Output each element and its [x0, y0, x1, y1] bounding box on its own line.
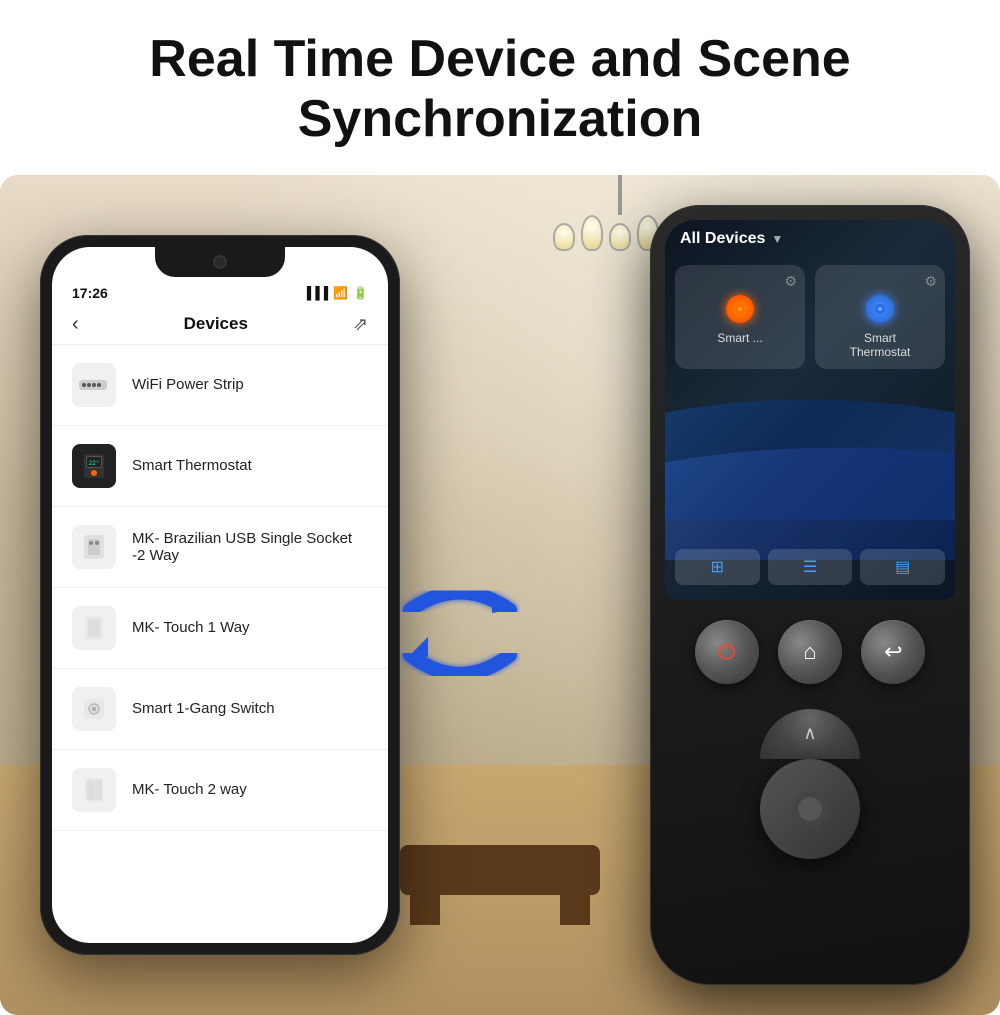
chevron-up-icon: ∧: [803, 723, 816, 744]
device-name-thermostat: Smart Thermostat: [132, 457, 252, 474]
device-icon-thermostat: 22°: [72, 444, 116, 488]
list-item[interactable]: WiFi Power Strip: [52, 345, 388, 426]
remote-tab-list[interactable]: ☰: [768, 549, 853, 585]
power-button[interactable]: ⏻: [695, 620, 759, 684]
power-icon: ⏻: [718, 639, 735, 665]
remote-device-cards: ⚙ Smart ... ⚙: [675, 265, 945, 369]
status-time: 17:26: [72, 285, 108, 301]
page-header: Real Time Device and Scene Synchronizati…: [0, 0, 1000, 175]
status-icons: ▐▐▐ 📶 🔋: [303, 286, 368, 300]
remote-screen-header: All Devices ▼: [680, 230, 783, 248]
list-item[interactable]: MK- Touch 2 way: [52, 750, 388, 831]
menu-icon: ▤: [895, 557, 910, 577]
remote-card-thermostat[interactable]: ⚙ SmartThermostat: [815, 265, 945, 369]
remote-control-device: All Devices ▼ ⚙: [650, 205, 970, 985]
page-title: Real Time Device and Scene Synchronizati…: [60, 30, 940, 150]
remote-screen-tabs: ⊞ ☰ ▤: [675, 549, 945, 585]
back-button-remote[interactable]: ↩: [861, 620, 925, 684]
device-name-mk-touch2: MK- Touch 2 way: [132, 781, 247, 798]
device-status-dot-blue: [866, 295, 894, 323]
remote-tab-grid[interactable]: ⊞: [675, 549, 760, 585]
sync-arrows-icon: [380, 555, 540, 715]
battery-icon: 🔋: [353, 286, 368, 300]
device-name-wifi-strip: WiFi Power Strip: [132, 376, 244, 393]
device-name-mk-brazilian: MK- Brazilian USB Single Socket -2 Way: [132, 530, 368, 564]
grid-icon: ⊞: [711, 557, 724, 577]
home-icon: ⌂: [803, 639, 816, 665]
coffee-table: [400, 845, 600, 895]
remote-screen: All Devices ▼ ⚙: [665, 220, 955, 600]
home-button[interactable]: ⌂: [778, 620, 842, 684]
signal-icon: ▐▐▐: [303, 286, 329, 300]
remote-card-smart-plug[interactable]: ⚙ Smart ...: [675, 265, 805, 369]
nav-title: Devices: [184, 314, 248, 334]
device-icon-mk-touch1: [72, 606, 116, 650]
share-icon[interactable]: ⇗: [353, 314, 368, 335]
main-scene: 17:26 ▐▐▐ 📶 🔋 ‹ Devices ⇗: [0, 175, 1000, 1015]
device-status-dot-orange: [726, 295, 754, 323]
list-item[interactable]: 22° Smart Thermostat: [52, 426, 388, 507]
device-icon-mk-touch2: [72, 768, 116, 812]
back-button[interactable]: ‹: [72, 313, 79, 336]
phone-device: 17:26 ▐▐▐ 📶 🔋 ‹ Devices ⇗: [40, 235, 400, 955]
remote-dpad: ∧: [665, 699, 955, 879]
remote-card-label-1: Smart ...: [685, 331, 795, 345]
dpad-center-button[interactable]: [760, 759, 860, 859]
back-icon: ↩: [884, 639, 902, 665]
list-icon: ☰: [803, 557, 817, 577]
dropdown-icon[interactable]: ▼: [771, 232, 783, 246]
phone-status-bar: 17:26 ▐▐▐ 📶 🔋: [52, 277, 388, 305]
remote-physical-buttons: ⏻ ⌂ ↩: [665, 600, 955, 699]
device-icon-smart-1gang: [72, 687, 116, 731]
list-item[interactable]: MK- Brazilian USB Single Socket -2 Way: [52, 507, 388, 588]
card-settings-icon: ⚙: [784, 273, 797, 290]
svg-text:22°: 22°: [89, 460, 100, 467]
remote-tab-menu[interactable]: ▤: [860, 549, 945, 585]
remote-bottom-space: [665, 879, 955, 939]
device-name-mk-touch1: MK- Touch 1 Way: [132, 619, 250, 636]
dpad-up-button[interactable]: ∧: [760, 709, 860, 759]
remote-card-label-2: SmartThermostat: [825, 331, 935, 359]
remote-all-devices-label: All Devices: [680, 230, 765, 248]
phone-navbar: ‹ Devices ⇗: [52, 305, 388, 345]
card-link-icon: ⚙: [924, 273, 937, 290]
device-list: WiFi Power Strip 22° Smart: [52, 345, 388, 831]
phone-notch: [155, 247, 285, 277]
device-name-smart-1gang: Smart 1-Gang Switch: [132, 700, 275, 717]
wifi-icon: 📶: [333, 286, 348, 300]
device-icon-mk-brazilian: [72, 525, 116, 569]
list-item[interactable]: MK- Touch 1 Way: [52, 588, 388, 669]
phone-camera: [213, 255, 227, 269]
list-item[interactable]: Smart 1-Gang Switch: [52, 669, 388, 750]
device-icon-wifi-strip: [72, 363, 116, 407]
